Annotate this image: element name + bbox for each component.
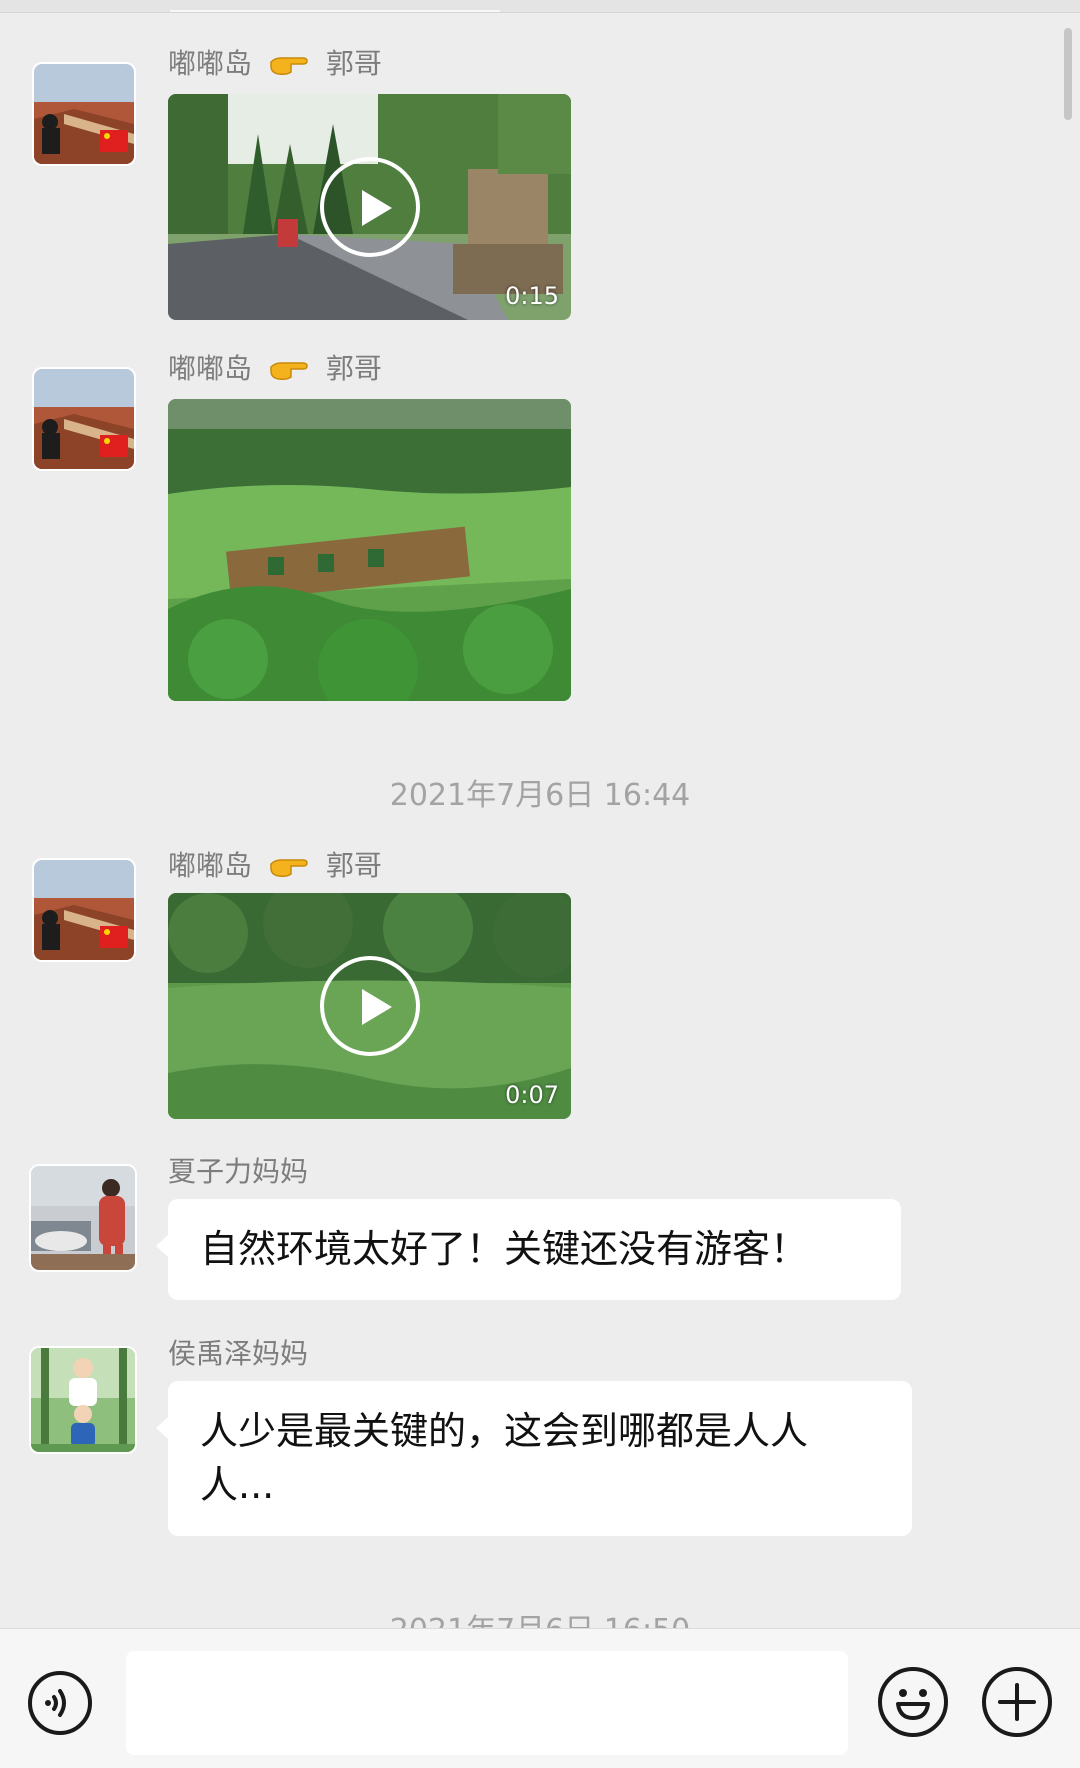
voice-button[interactable]	[28, 1671, 92, 1735]
image-thumbnail	[168, 399, 571, 701]
timestamp: 2021年7月6日 16:44	[389, 778, 691, 813]
avatar-image	[34, 64, 134, 164]
message-input[interactable]	[126, 1651, 848, 1755]
chat-input-bar	[0, 1628, 1080, 1768]
scrollbar[interactable]	[1064, 28, 1072, 120]
more-button[interactable]	[982, 1667, 1052, 1737]
avatar-image	[31, 1166, 135, 1270]
message-bubble[interactable]: 人少是最关键的，这会到哪都是人人人...	[156, 1381, 912, 1536]
china-flag-icon	[100, 130, 128, 152]
top-edge	[0, 0, 1080, 13]
image-message[interactable]	[168, 399, 571, 701]
sender-suffix: 郭哥	[325, 352, 382, 385]
sender-name: 侯禹泽妈妈	[168, 1337, 309, 1370]
sender-name: 夏子力妈妈	[168, 1155, 309, 1188]
avatar[interactable]	[34, 369, 134, 469]
video-message[interactable]: 0:15	[168, 94, 571, 320]
sender-name-text: 嘟嘟岛	[168, 47, 253, 80]
sender-suffix: 郭哥	[325, 47, 382, 80]
voice-icon	[45, 1689, 66, 1717]
sender-name: 嘟嘟岛 郭哥	[168, 349, 382, 389]
sender-name: 嘟嘟岛 郭哥	[168, 44, 382, 84]
message-text: 自然环境太好了！关键还没有游客！	[200, 1227, 809, 1271]
avatar[interactable]	[31, 1348, 135, 1452]
avatar[interactable]	[31, 1166, 135, 1270]
video-message[interactable]: 0:07	[168, 893, 571, 1119]
emoji-button[interactable]	[878, 1667, 948, 1737]
emoji-icon	[896, 1689, 930, 1720]
pointing-hand-icon	[270, 362, 308, 380]
avatar-image	[34, 369, 134, 469]
sender-name-text: 嘟嘟岛	[168, 352, 253, 385]
video-duration: 0:07	[505, 1081, 559, 1109]
pointing-hand-icon	[270, 859, 308, 877]
avatar-image	[34, 860, 134, 960]
sender-name: 嘟嘟岛 郭哥	[168, 846, 382, 886]
sender-name-text: 嘟嘟岛	[168, 849, 253, 882]
play-icon[interactable]	[319, 157, 420, 257]
china-flag-icon	[100, 926, 128, 948]
avatar[interactable]	[34, 64, 134, 164]
sender-suffix: 郭哥	[325, 849, 382, 882]
pointing-hand-icon	[270, 57, 308, 75]
play-icon[interactable]	[319, 956, 420, 1056]
china-flag-icon	[100, 435, 128, 457]
plus-icon	[998, 1683, 1036, 1721]
video-duration: 0:15	[505, 282, 559, 310]
message-bubble[interactable]: 自然环境太好了！关键还没有游客！	[156, 1199, 901, 1300]
avatar-image	[31, 1348, 135, 1452]
avatar[interactable]	[34, 860, 134, 960]
message-text: 人少是最关键的，这会到哪都是人人人...	[200, 1409, 809, 1507]
